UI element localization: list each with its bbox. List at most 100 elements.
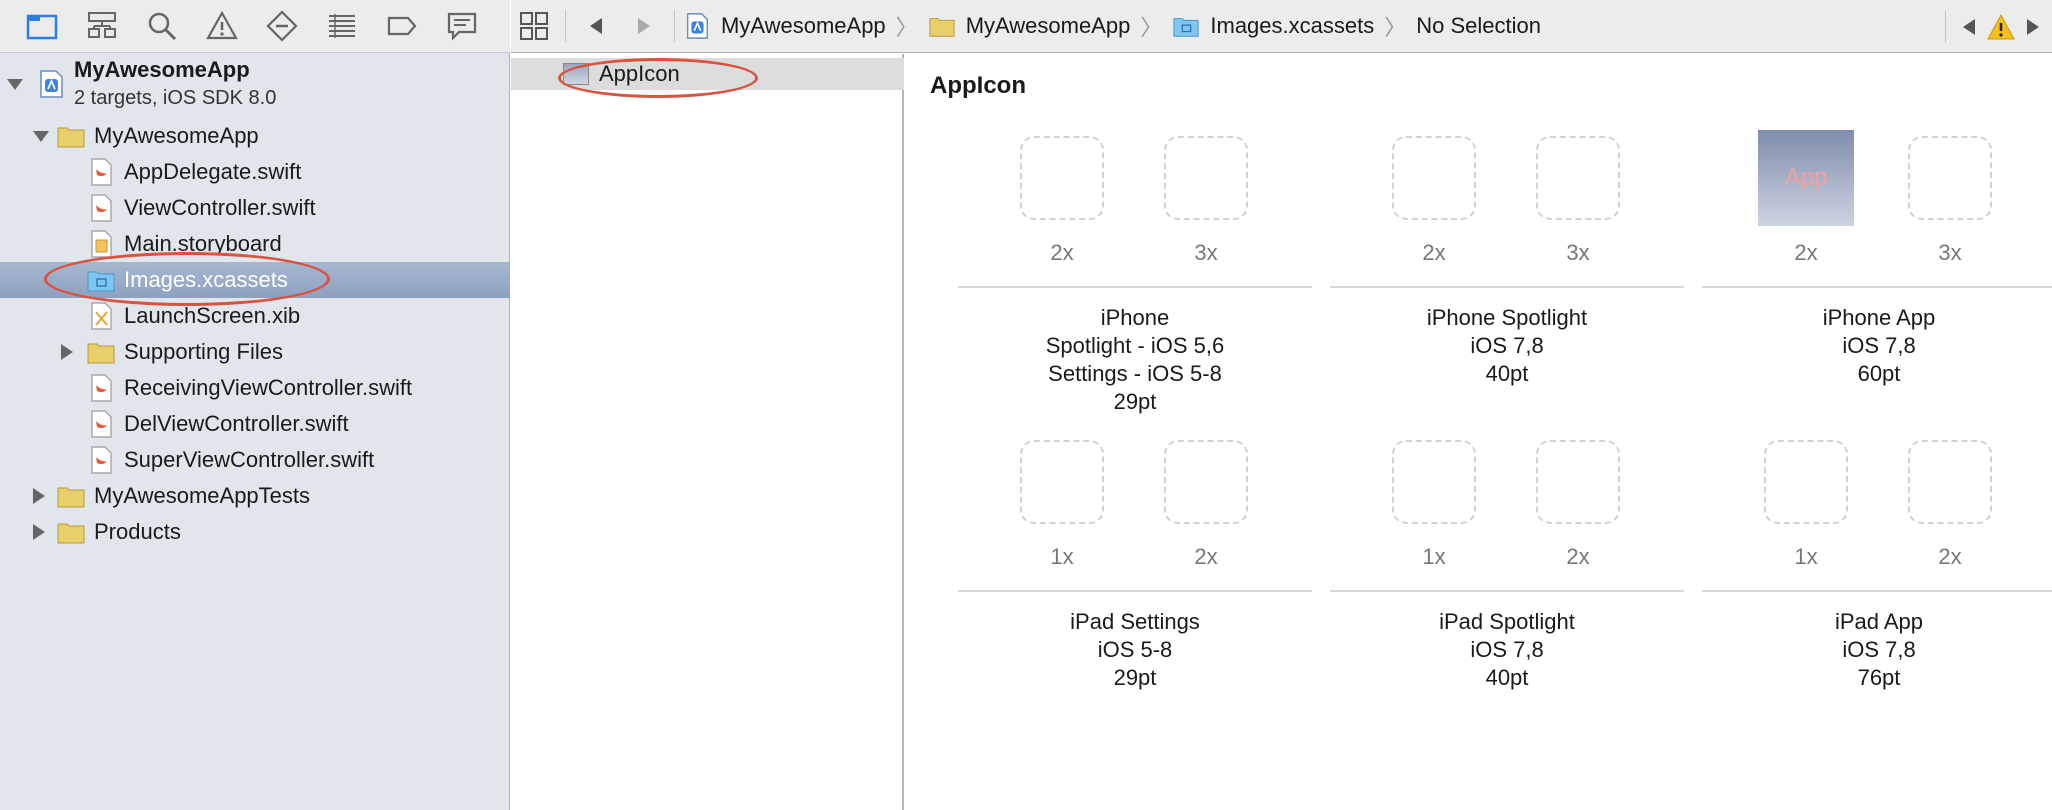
caption-line: Spotlight - iOS 5,6 [1045, 333, 1225, 358]
swift-file-icon [86, 157, 116, 187]
slot-scale-label: 3x [1938, 240, 1962, 265]
tree-row-file[interactable]: DelViewController.swift [0, 406, 510, 442]
divider [1330, 590, 1684, 592]
tree-row-file[interactable]: AppDelegate.swift [0, 154, 510, 190]
editor-title: AppIcon [930, 72, 1026, 99]
disclosure-open-icon[interactable] [6, 75, 24, 93]
group-caption: iPhone Spotlight iOS 7,8 40pt [1330, 304, 1684, 388]
disclosure-closed-icon[interactable] [30, 523, 48, 541]
caption-line: iOS 5-8 [1097, 637, 1173, 662]
icon-slot[interactable] [1020, 136, 1104, 220]
tree-row-selected-assets[interactable]: Images.xcassets [0, 262, 510, 298]
icon-slot-filled[interactable]: App [1758, 130, 1854, 226]
tree-row-folder[interactable]: MyAwesomeApp [0, 118, 510, 154]
report-navigator-tab[interactable] [442, 6, 482, 46]
divider [1702, 286, 2052, 288]
icon-slot[interactable] [1164, 136, 1248, 220]
caption-line: 60pt [1857, 361, 1901, 386]
test-navigator-tab[interactable] [262, 6, 302, 46]
caption-line: 76pt [1857, 665, 1901, 690]
icon-slot[interactable] [1764, 440, 1848, 524]
slot-scale-label: 2x [1422, 240, 1446, 265]
tree-row-file[interactable]: Main.storyboard [0, 226, 510, 262]
disclosure-closed-icon[interactable] [30, 487, 48, 505]
folder-icon [56, 121, 86, 151]
icon-slot[interactable] [1536, 136, 1620, 220]
folder-icon [86, 337, 116, 367]
caption-line: 29pt [1113, 665, 1157, 690]
tree-row-file[interactable]: SuperViewController.swift [0, 442, 510, 478]
caption-line: iOS 7,8 [1470, 333, 1544, 358]
back-button[interactable] [574, 0, 620, 53]
swift-file-icon [86, 193, 116, 223]
icon-slot[interactable] [1908, 440, 1992, 524]
tree-item-label: SuperViewController.swift [124, 447, 375, 472]
previous-issue-icon[interactable] [1960, 17, 1980, 37]
icon-slot[interactable] [1908, 136, 1992, 220]
swift-file-icon [86, 445, 116, 475]
caption-line: 29pt [1113, 389, 1157, 414]
asset-item-label: AppIcon [599, 61, 680, 86]
breadcrumb-project[interactable]: MyAwesomeApp [683, 12, 886, 40]
slot-scale-label: 2x [1050, 240, 1074, 265]
breakpoint-navigator-tab[interactable] [382, 6, 422, 46]
group-caption: iPad Settings iOS 5-8 29pt [958, 608, 1312, 692]
lines-icon [329, 14, 355, 38]
swift-file-icon [86, 373, 116, 403]
breadcrumb-folder[interactable]: MyAwesomeApp [928, 12, 1130, 40]
icon-slot[interactable] [1164, 440, 1248, 524]
icon-slot[interactable] [1392, 440, 1476, 524]
breadcrumb-selection[interactable]: No Selection [1416, 13, 1541, 39]
chevron-right-icon: 〉 [895, 15, 918, 40]
tree-item-label: MyAwesomeAppTests [94, 483, 311, 508]
tree-row-folder[interactable]: Supporting Files [0, 334, 510, 370]
caption-line: iPad App [1834, 609, 1924, 634]
tree-row-file[interactable]: ViewController.swift [0, 190, 510, 226]
caption-line: iOS 7,8 [1842, 637, 1916, 662]
issue-navigator-tab[interactable] [202, 6, 242, 46]
forward-button[interactable] [620, 0, 666, 53]
icon-slot[interactable] [1392, 136, 1476, 220]
tree-row-folder[interactable]: MyAwesomeAppTests [0, 478, 510, 514]
warning-icon[interactable] [1986, 12, 2016, 42]
project-file-icon [686, 13, 708, 39]
slot-scale-label: 2x [1194, 544, 1218, 569]
disclosure-closed-icon[interactable] [58, 343, 76, 361]
slot-scale-label: 3x [1194, 240, 1218, 265]
icon-slot[interactable] [1536, 440, 1620, 524]
debug-navigator-tab[interactable] [322, 6, 362, 46]
tree-item-label: MyAwesomeApp [94, 123, 259, 148]
folder-icon [929, 18, 955, 37]
tree-row-file[interactable]: ReceivingViewController.swift [0, 370, 510, 406]
tree-row-file[interactable]: LaunchScreen.xib [0, 298, 510, 334]
breadcrumb-label: No Selection [1416, 13, 1541, 38]
group-caption: iPad Spotlight iOS 7,8 40pt [1330, 608, 1684, 692]
slot-scale-label: 1x [1050, 544, 1074, 569]
tree-row-project[interactable]: MyAwesomeApp 2 targets, iOS SDK 8.0 [0, 56, 510, 112]
icon-group-ipad-settings: 1x 2x iPad Settings iOS 5-8 29pt [958, 440, 1312, 690]
find-navigator-tab[interactable] [142, 6, 182, 46]
disclosure-open-icon[interactable] [32, 127, 50, 145]
breadcrumb-assets[interactable]: Images.xcassets [1172, 12, 1374, 40]
tree-row-folder[interactable]: Products [0, 514, 510, 550]
next-issue-icon[interactable] [2022, 17, 2042, 37]
asset-catalog-icon [1173, 18, 1199, 37]
warning-triangle-icon [206, 10, 238, 40]
back-arrow-icon [590, 18, 602, 34]
group-caption: iPhone Spotlight - iOS 5,6 Settings - iO… [958, 304, 1312, 416]
project-file-icon [36, 69, 66, 99]
navigator-selector-bar [0, 0, 510, 53]
asset-list: AppIcon [511, 54, 904, 810]
icon-slot[interactable] [1020, 440, 1104, 524]
symbol-navigator-tab[interactable] [82, 6, 122, 46]
divider [958, 286, 1312, 288]
issue-controls [1937, 0, 2052, 53]
related-items-button[interactable] [511, 0, 557, 53]
folder-icon [56, 517, 86, 547]
app-icon-set-icon [563, 63, 589, 85]
breakpoint-icon [387, 16, 417, 36]
speech-bubble-icon [447, 12, 477, 41]
asset-item-appicon[interactable]: AppIcon [511, 58, 904, 90]
project-navigator-tab[interactable] [22, 6, 62, 46]
icon-group-ipad-spotlight: 1x 2x iPad Spotlight iOS 7,8 40pt [1330, 440, 1684, 690]
